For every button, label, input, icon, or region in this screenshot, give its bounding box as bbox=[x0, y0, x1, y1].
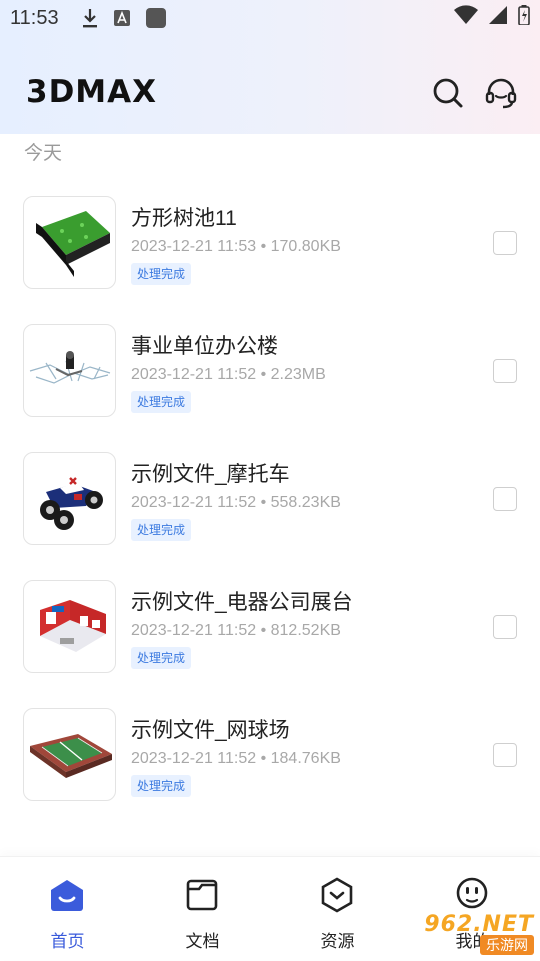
file-meta: 2023-12-21 11:52 • 184.76KB bbox=[131, 750, 341, 767]
status-badge: 处理完成 bbox=[131, 263, 192, 285]
watermark-top-text: 962.NET bbox=[424, 911, 534, 937]
file-list-item[interactable]: 示例文件_摩托车 2023-12-21 11:52 • 558.23KB 处理完… bbox=[0, 440, 540, 568]
app-logo: 3DMAX bbox=[26, 74, 158, 110]
status-badge: 处理完成 bbox=[131, 775, 192, 797]
file-list: 方形树池11 2023-12-21 11:53 • 170.80KB 处理完成 … bbox=[0, 184, 540, 824]
file-list-item[interactable]: 示例文件_网球场 2023-12-21 11:52 • 184.76KB 处理完… bbox=[0, 696, 540, 824]
file-meta: 2023-12-21 11:52 • 2.23MB bbox=[131, 366, 326, 383]
select-checkbox[interactable] bbox=[493, 487, 517, 511]
select-checkbox[interactable] bbox=[493, 743, 517, 767]
app-square-icon bbox=[145, 7, 167, 29]
status-badge: 处理完成 bbox=[131, 391, 192, 413]
battery-icon bbox=[518, 5, 530, 31]
file-title: 事业单位办公楼 bbox=[131, 335, 278, 358]
status-badge: 处理完成 bbox=[131, 519, 192, 541]
headset-icon bbox=[484, 76, 518, 115]
tab-home[interactable]: 首页 bbox=[0, 857, 135, 961]
smiley-icon bbox=[454, 877, 490, 913]
tree-pool-model-thumbnail bbox=[23, 196, 116, 289]
resources-icon bbox=[319, 877, 355, 913]
search-icon bbox=[432, 77, 464, 114]
file-meta: 2023-12-21 11:52 • 558.23KB bbox=[131, 494, 341, 511]
watermark-bottom-text: 乐游网 bbox=[480, 934, 534, 955]
tab-label: 文档 bbox=[185, 932, 220, 951]
a-icon bbox=[113, 9, 131, 27]
folder-icon bbox=[184, 877, 220, 913]
file-title: 示例文件_网球场 bbox=[131, 719, 290, 742]
section-label-today: 今天 bbox=[24, 143, 63, 164]
status-bar: 11:53 bbox=[0, 0, 540, 36]
office-building-model-thumbnail bbox=[23, 324, 116, 417]
select-checkbox[interactable] bbox=[493, 231, 517, 255]
tab-resources[interactable]: 资源 bbox=[270, 857, 405, 961]
site-watermark: 962.NET 乐游网 bbox=[402, 910, 534, 956]
status-badge: 处理完成 bbox=[131, 647, 192, 669]
tab-label: 资源 bbox=[320, 932, 355, 951]
status-time: 11:53 bbox=[10, 6, 59, 29]
tennis-court-model-thumbnail bbox=[23, 708, 116, 801]
tab-documents[interactable]: 文档 bbox=[135, 857, 270, 961]
search-button[interactable] bbox=[429, 76, 467, 114]
file-list-item[interactable]: 示例文件_电器公司展台 2023-12-21 11:52 • 812.52KB … bbox=[0, 568, 540, 696]
wifi-icon bbox=[454, 5, 478, 31]
file-title: 方形树池11 bbox=[131, 207, 237, 230]
booth-model-thumbnail bbox=[23, 580, 116, 673]
file-title: 示例文件_摩托车 bbox=[131, 463, 290, 486]
tab-label: 首页 bbox=[50, 932, 85, 951]
file-meta: 2023-12-21 11:53 • 170.80KB bbox=[131, 238, 341, 255]
download-icon bbox=[81, 7, 99, 29]
app-header: 11:53 3DMAX bbox=[0, 0, 540, 134]
status-right bbox=[454, 5, 530, 31]
select-checkbox[interactable] bbox=[493, 359, 517, 383]
file-list-item[interactable]: 方形树池11 2023-12-21 11:53 • 170.80KB 处理完成 bbox=[0, 184, 540, 312]
home-icon bbox=[49, 877, 85, 913]
customer-support-button[interactable] bbox=[482, 76, 520, 114]
signal-icon bbox=[488, 5, 508, 31]
atv-model-thumbnail bbox=[23, 452, 116, 545]
file-meta: 2023-12-21 11:52 • 812.52KB bbox=[131, 622, 341, 639]
file-title: 示例文件_电器公司展台 bbox=[131, 591, 353, 614]
file-list-item[interactable]: 事业单位办公楼 2023-12-21 11:52 • 2.23MB 处理完成 bbox=[0, 312, 540, 440]
select-checkbox[interactable] bbox=[493, 615, 517, 639]
